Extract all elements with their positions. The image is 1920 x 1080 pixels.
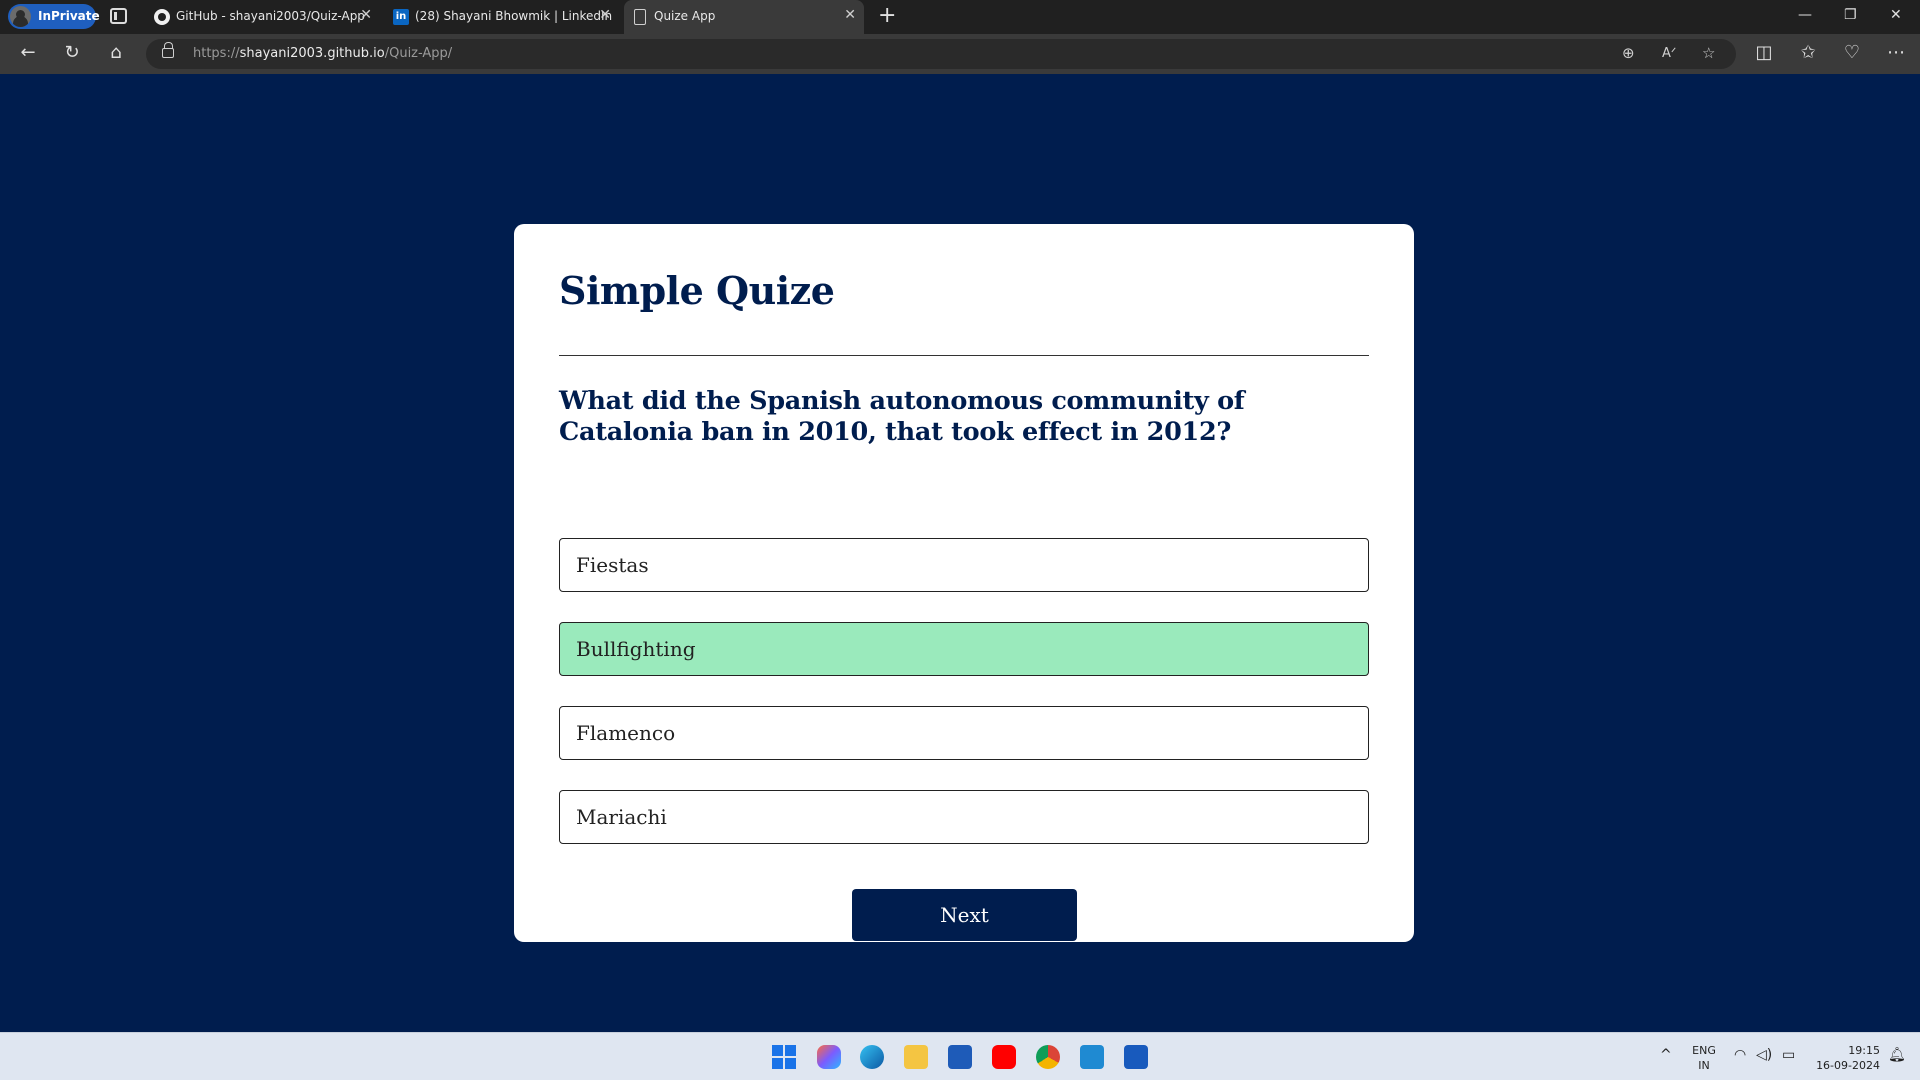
address-bar[interactable]: https://shayani2003.github.io/Quiz-App/ … xyxy=(146,39,1736,69)
clock-date: 16-09-2024 xyxy=(1816,1059,1880,1072)
file-explorer-icon[interactable] xyxy=(904,1045,928,1069)
clock[interactable]: 19:15 16-09-2024 xyxy=(1808,1043,1880,1073)
close-window-icon[interactable]: ✕ xyxy=(1890,7,1902,23)
answer-option-fiestas[interactable]: Fiestas xyxy=(559,538,1369,592)
tab-title: (28) Shayani Bhowmik | LinkedIn xyxy=(415,9,613,23)
tab-title: Quize App xyxy=(654,9,716,23)
tab-github[interactable]: GitHub - shayani2003/Quiz-App ✕ xyxy=(146,0,380,34)
youtube-icon[interactable] xyxy=(992,1045,1016,1069)
close-tab-icon[interactable]: ✕ xyxy=(599,7,611,23)
refresh-icon[interactable]: ↻ xyxy=(60,42,84,63)
favorites-icon[interactable]: ✩ xyxy=(1796,42,1820,63)
favorite-star-icon[interactable]: ☆ xyxy=(1702,44,1715,62)
tab-linkedin[interactable]: in (28) Shayani Bhowmik | LinkedIn ✕ xyxy=(385,0,619,34)
edge-icon[interactable] xyxy=(860,1045,884,1069)
tab-quize-app[interactable]: Quize App ✕ xyxy=(624,0,864,34)
split-screen-icon[interactable]: ◫ xyxy=(1752,42,1776,63)
close-tab-icon[interactable]: ✕ xyxy=(360,7,372,23)
new-tab-icon[interactable]: + xyxy=(878,3,896,28)
answer-option-flamenco[interactable]: Flamenco xyxy=(559,706,1369,760)
more-options-icon[interactable]: ⋯ xyxy=(1884,42,1908,63)
page-icon xyxy=(634,9,646,25)
word-icon[interactable] xyxy=(1124,1045,1148,1069)
language-indicator[interactable]: ENG IN xyxy=(1688,1043,1720,1073)
lock-icon[interactable] xyxy=(162,42,174,58)
inprivate-label: InPrivate xyxy=(38,9,100,23)
linkedin-icon: in xyxy=(393,9,409,25)
inprivate-badge[interactable]: InPrivate xyxy=(8,4,100,29)
clock-time: 19:15 xyxy=(1848,1044,1880,1057)
tab-strip: InPrivate GitHub - shayani2003/Quiz-App … xyxy=(0,0,1920,34)
answer-option-bullfighting[interactable]: Bullfighting xyxy=(559,622,1369,676)
taskbar: ^ ENG IN ◠ ◁) ▭ 19:15 16-09-2024 🔔︎ xyxy=(0,1032,1920,1080)
vscode-icon[interactable] xyxy=(1080,1045,1104,1069)
restore-icon[interactable]: ❐ xyxy=(1844,7,1857,23)
copilot-icon[interactable] xyxy=(817,1045,841,1069)
notification-bell-icon[interactable]: 🔔︎ xyxy=(1888,1047,1906,1063)
chrome-icon[interactable] xyxy=(1036,1045,1060,1069)
next-button[interactable]: Next xyxy=(852,889,1077,941)
quiz-card: Simple Quize What did the Spanish autono… xyxy=(514,224,1414,942)
language-secondary: IN xyxy=(1698,1059,1710,1072)
volume-icon[interactable]: ◁) xyxy=(1756,1047,1772,1063)
navigation-bar: ← ↻ ⌂ https://shayani2003.github.io/Quiz… xyxy=(0,34,1920,74)
tab-title: GitHub - shayani2003/Quiz-App xyxy=(176,9,365,23)
answer-option-mariachi[interactable]: Mariachi xyxy=(559,790,1369,844)
tab-actions-icon[interactable] xyxy=(110,8,127,24)
github-icon xyxy=(154,9,170,25)
battery-icon[interactable]: ▭ xyxy=(1782,1047,1795,1063)
zoom-icon[interactable]: ⊕ xyxy=(1622,44,1635,62)
question-text: What did the Spanish autonomous communit… xyxy=(559,386,1245,447)
read-aloud-icon[interactable]: Aᐟ xyxy=(1662,46,1676,61)
close-tab-icon[interactable]: ✕ xyxy=(844,7,856,23)
home-icon[interactable]: ⌂ xyxy=(104,42,128,63)
title-divider xyxy=(559,355,1369,356)
windows-start-icon[interactable] xyxy=(772,1045,796,1069)
minimize-icon[interactable]: — xyxy=(1798,7,1812,23)
back-icon[interactable]: ← xyxy=(16,42,40,63)
browser-essentials-icon[interactable]: ♡ xyxy=(1840,42,1864,63)
page-content: Simple Quize What did the Spanish autono… xyxy=(4,74,1916,1030)
quiz-title: Simple Quize xyxy=(559,268,835,313)
language-primary: ENG xyxy=(1692,1044,1716,1057)
profile-avatar-icon xyxy=(10,6,31,27)
store-icon[interactable] xyxy=(948,1045,972,1069)
show-hidden-icons-icon[interactable]: ^ xyxy=(1660,1047,1672,1063)
url-text[interactable]: https://shayani2003.github.io/Quiz-App/ xyxy=(193,46,452,61)
wifi-icon[interactable]: ◠ xyxy=(1734,1047,1746,1063)
